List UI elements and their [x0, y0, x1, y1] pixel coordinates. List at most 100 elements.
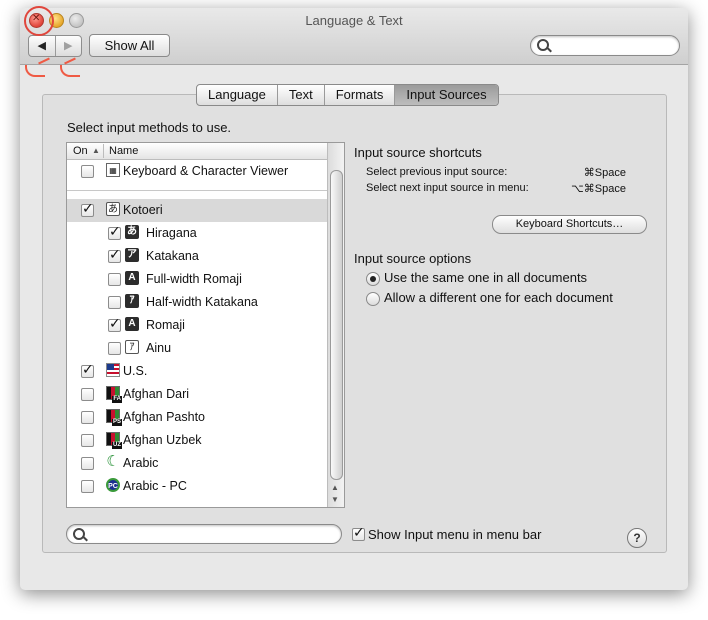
- item-checkbox[interactable]: [81, 388, 94, 401]
- afghan-flag-icon: [106, 409, 122, 426]
- item-label: U.S.: [123, 364, 148, 378]
- item-checkbox[interactable]: [81, 361, 94, 378]
- item-checkbox[interactable]: [81, 480, 94, 493]
- item-checkbox[interactable]: [81, 434, 94, 447]
- item-label: Romaji: [146, 318, 185, 332]
- hiragana-icon: あ: [125, 225, 139, 239]
- keyboard-viewer-icon: ▦: [106, 163, 120, 177]
- shortcut-label: Select previous input source:: [366, 166, 508, 178]
- list-item[interactable]: PC Arabic - PC: [67, 475, 327, 498]
- ainu-icon: ｱ: [125, 340, 139, 354]
- item-label: Katakana: [146, 249, 199, 263]
- scroll-down-arrow-icon[interactable]: ▼: [331, 495, 339, 504]
- afghan-flag-icon: [106, 386, 122, 403]
- tab-language[interactable]: Language: [197, 85, 277, 105]
- title-bar: Language & Text ◀ ▶ Show All: [20, 8, 688, 65]
- list-item[interactable]: あ Hiragana: [67, 222, 327, 245]
- item-label: Half-width Katakana: [146, 295, 258, 309]
- scrollbar-thumb[interactable]: [330, 170, 343, 480]
- list-item[interactable]: A Romaji: [67, 314, 327, 337]
- search-icon: [537, 39, 549, 51]
- input-methods-list[interactable]: On ▲ Name ▦ Keyboard & Character Viewer …: [66, 142, 345, 508]
- window-title: Language & Text: [305, 13, 403, 28]
- kotoeri-icon: あ: [106, 202, 120, 216]
- input-source-search-input[interactable]: [66, 524, 342, 544]
- forward-arrow-icon[interactable]: ▶: [54, 36, 82, 56]
- list-item[interactable]: ｱ Ainu: [67, 337, 327, 360]
- keyboard-shortcuts-button[interactable]: Keyboard Shortcuts…: [492, 215, 647, 234]
- annotation-circle: [24, 6, 54, 36]
- radio-per-document-source[interactable]: [366, 292, 380, 306]
- romaji-icon: A: [125, 317, 139, 331]
- item-checkbox[interactable]: [108, 342, 121, 355]
- crescent-icon: ☾: [106, 453, 120, 470]
- item-checkbox[interactable]: [108, 273, 121, 286]
- list-item[interactable]: ｱ Half-width Katakana: [67, 291, 327, 314]
- shortcuts-section-title: Input source shortcuts: [354, 145, 482, 160]
- back-forward-control: ◀ ▶: [28, 35, 82, 57]
- radio-same-source[interactable]: [366, 272, 380, 286]
- tab-bar: Language Text Formats Input Sources: [196, 84, 499, 106]
- column-header-on[interactable]: On: [73, 143, 88, 159]
- afghan-flag-icon: [106, 432, 122, 449]
- item-label: Kotoeri: [123, 203, 163, 217]
- tab-text[interactable]: Text: [276, 85, 324, 105]
- list-item[interactable]: Afghan Pashto: [67, 406, 327, 429]
- list-rows: ▦ Keyboard & Character Viewer あ Kotoeri …: [67, 160, 327, 498]
- preferences-window: Language & Text ◀ ▶ Show All Language Te…: [20, 6, 688, 590]
- annotation-mark: [25, 65, 45, 77]
- item-label: Arabic: [123, 456, 159, 470]
- us-flag-icon: [106, 363, 120, 377]
- shortcut-label: Select next input source in menu:: [366, 182, 529, 194]
- item-checkbox[interactable]: [81, 165, 94, 178]
- column-header-name[interactable]: Name: [109, 143, 138, 159]
- shortcut-key: ⌘Space: [583, 167, 626, 179]
- column-divider: [103, 144, 104, 158]
- item-checkbox[interactable]: [81, 200, 94, 217]
- item-checkbox[interactable]: [108, 315, 121, 332]
- item-checkbox[interactable]: [108, 296, 121, 309]
- item-checkbox[interactable]: [81, 411, 94, 424]
- list-scrollbar[interactable]: ▲ ▼: [327, 143, 344, 507]
- katakana-icon: ア: [125, 248, 139, 262]
- list-item[interactable]: Afghan Uzbek: [67, 429, 327, 452]
- scroll-up-arrow-icon[interactable]: ▲: [331, 483, 339, 492]
- item-label: Hiragana: [146, 226, 197, 240]
- tab-formats[interactable]: Formats: [323, 85, 395, 105]
- item-label: Afghan Dari: [123, 387, 190, 401]
- item-label: Arabic - PC: [123, 479, 187, 493]
- search-icon: [73, 528, 85, 540]
- fullwidth-romaji-icon: A: [125, 271, 139, 285]
- item-label: Full-width Romaji: [146, 272, 242, 286]
- list-item[interactable]: A Full-width Romaji: [67, 268, 327, 291]
- show-input-menu-label: Show Input menu in menu bar: [368, 527, 542, 542]
- item-checkbox[interactable]: [108, 223, 121, 240]
- help-button[interactable]: ?: [627, 528, 647, 548]
- item-checkbox[interactable]: [81, 457, 94, 470]
- item-checkbox[interactable]: [108, 246, 121, 263]
- list-item[interactable]: U.S.: [67, 360, 327, 383]
- show-input-menu-checkbox[interactable]: [352, 524, 365, 541]
- shortcut-key: ⌥⌘Space: [571, 183, 626, 195]
- list-item[interactable]: Afghan Dari: [67, 383, 327, 406]
- input-methods-prompt: Select input methods to use.: [67, 120, 232, 135]
- item-label: Ainu: [146, 341, 172, 355]
- annotation-mark: [60, 65, 80, 77]
- show-all-button[interactable]: Show All: [89, 34, 170, 57]
- tab-input-sources[interactable]: Input Sources: [394, 85, 498, 105]
- back-arrow-icon[interactable]: ◀: [29, 36, 55, 56]
- sort-ascending-icon: ▲: [92, 146, 100, 155]
- list-item[interactable]: あ Kotoeri: [67, 199, 327, 222]
- list-header: On ▲ Name: [67, 143, 327, 160]
- options-section-title: Input source options: [354, 251, 472, 266]
- item-label: Afghan Pashto: [123, 410, 206, 424]
- item-label: Keyboard & Character Viewer: [123, 164, 289, 178]
- halfwidth-katakana-icon: ｱ: [125, 294, 139, 308]
- list-item[interactable]: ア Katakana: [67, 245, 327, 268]
- list-item[interactable]: ▦ Keyboard & Character Viewer: [67, 160, 327, 191]
- list-item[interactable]: ☾ Arabic: [67, 452, 327, 475]
- item-label: Afghan Uzbek: [123, 433, 202, 447]
- arabic-pc-icon: PC: [106, 478, 120, 492]
- preferences-search-input[interactable]: [530, 35, 680, 56]
- list-separator: [67, 191, 327, 199]
